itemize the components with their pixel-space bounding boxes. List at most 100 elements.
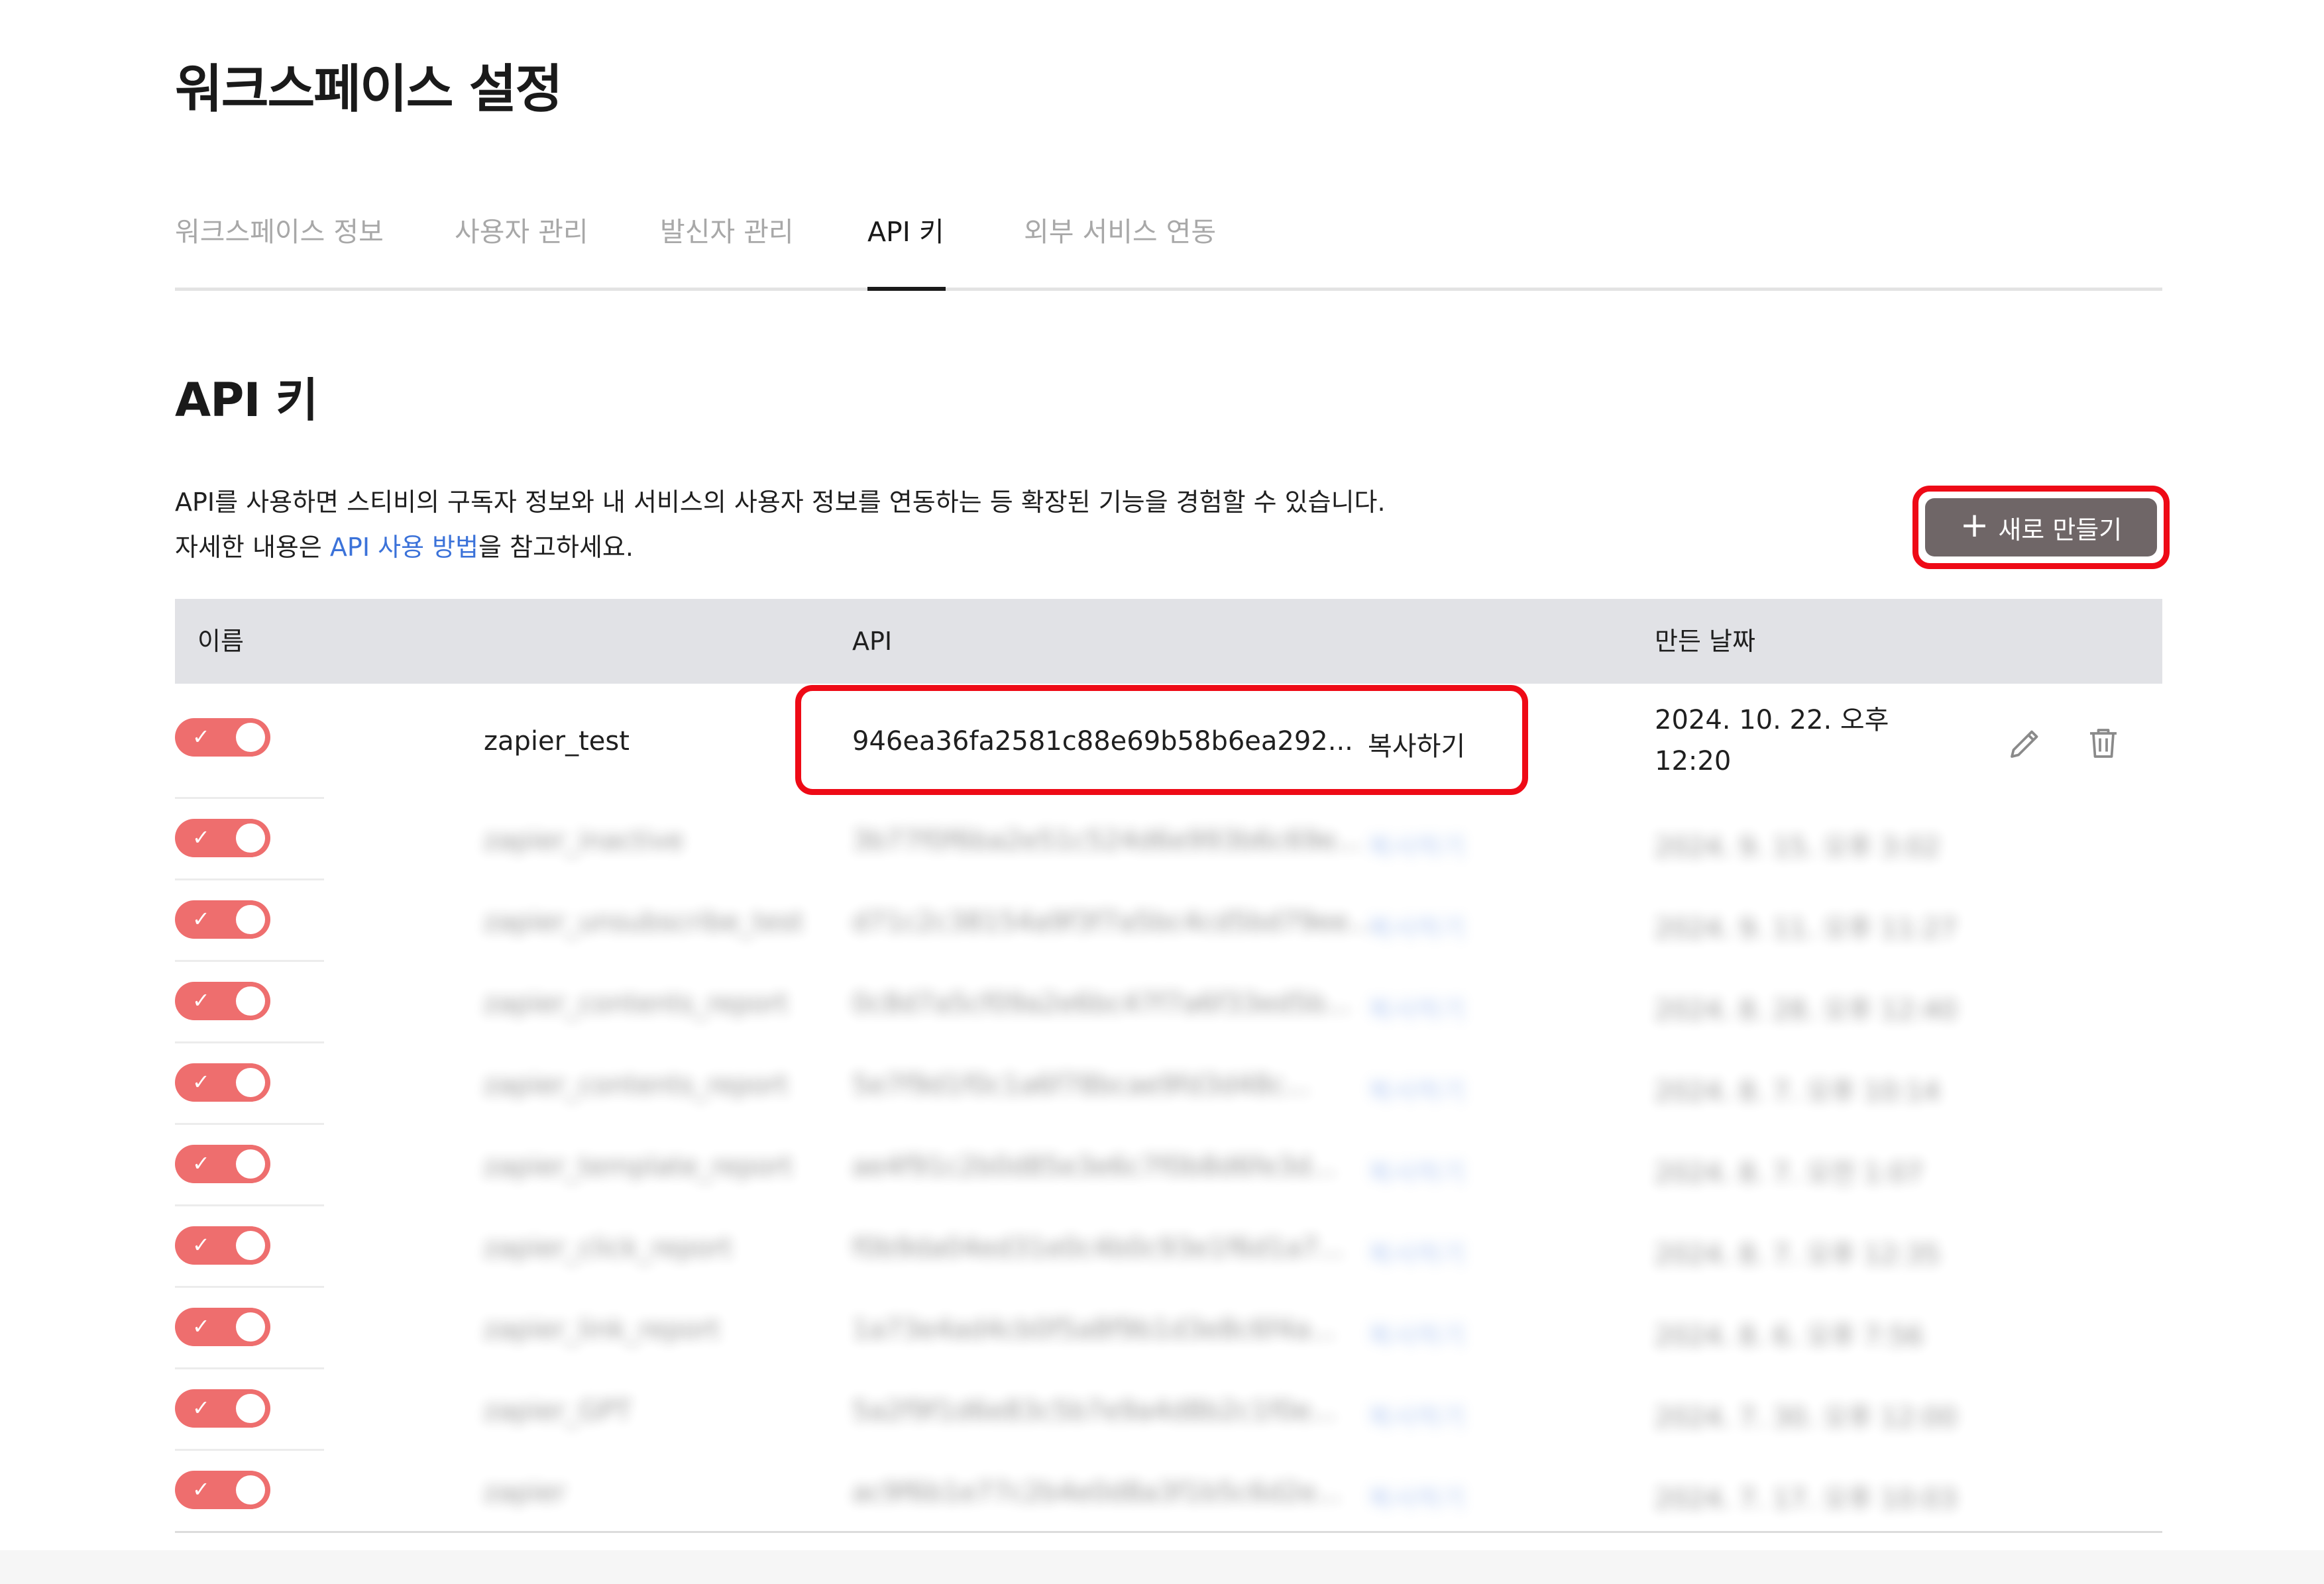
created-date: 2024. 8. 7. 오전 1:07: [1655, 1158, 1924, 1188]
api-key-value: 5a2f9f1d6e83c5b7e9a4d8b2c1f0e...: [852, 1396, 1337, 1426]
pencil-icon[interactable]: [2005, 723, 2045, 763]
toggle-knob: [236, 1149, 265, 1179]
table-row: ✓ zapier_unsubscribe_test d71c2c38154a9f…: [175, 880, 2162, 962]
enable-toggle[interactable]: ✓: [175, 819, 270, 857]
created-date: 2024. 7. 17. 오후 10:03: [1655, 1484, 1958, 1514]
enable-toggle[interactable]: ✓: [175, 982, 270, 1020]
toggle-knob: [236, 1068, 265, 1097]
api-key-value: 5e7f9d1f0c1a6f78bcae9fd3d48c...: [852, 1070, 1311, 1100]
toggle-knob: [236, 1475, 265, 1505]
workspace-settings-page: 워크스페이스 설정 워크스페이스 정보 사용자 관리 발신자 관리 API 키 …: [0, 0, 2324, 1584]
check-icon: ✓: [192, 988, 210, 1013]
api-key-value: 1a73e4ad4cb0f5a8f9b1d3e8c6f4a...: [852, 1314, 1336, 1345]
created-date: 2024. 8. 7. 오후 10:14: [1655, 1077, 1940, 1107]
created-date: 2024. 8. 28. 오후 12:40: [1655, 995, 1958, 1026]
create-api-key-button[interactable]: + 새로 만들기: [1925, 498, 2157, 556]
api-key-value: f0b9da04ed31e0c4b0c93e1f6d1a7...: [852, 1233, 1344, 1263]
api-key-value: ae4f91c2b0d85e3e6c7f0b8d6fe3d...: [852, 1151, 1337, 1182]
api-key-name: zapier_click_report: [484, 1233, 732, 1263]
api-key-value: 0c8d7a5cf09a2e6bc47f7a6f33ed5b...: [852, 988, 1351, 1019]
new-button-highlight: + 새로 만들기: [1912, 486, 2170, 569]
table-row: ✓ zapier_link_report 1a73e4ad4cb0f5a8f9b…: [175, 1288, 2162, 1369]
tab-sender-management[interactable]: 발신자 관리: [660, 199, 794, 288]
api-key-value: ac9f6b1e77c2b4e0d8a3f1b5c6d2e...: [852, 1477, 1342, 1508]
header-name: 이름: [197, 627, 244, 656]
check-icon: ✓: [192, 1395, 210, 1420]
api-key-name: zapier_test: [484, 726, 630, 757]
toggle-knob: [236, 723, 265, 752]
check-icon: ✓: [192, 1477, 210, 1502]
table-row: ✓ zapier_click_report f0b9da04ed31e0c4b0…: [175, 1206, 2162, 1288]
copy-button[interactable]: 복사하기: [1368, 1151, 1465, 1190]
page-title: 워크스페이스 설정: [175, 60, 563, 119]
enable-toggle[interactable]: ✓: [175, 718, 270, 757]
api-key-name: zapier_link_report: [484, 1314, 720, 1345]
tab-workspace-info[interactable]: 워크스페이스 정보: [175, 199, 384, 288]
table-header: 이름 API 만든 날짜: [175, 599, 2162, 684]
api-guide-link[interactable]: API 사용 방법: [330, 533, 478, 562]
header-api: API: [852, 627, 893, 656]
copy-button[interactable]: 복사하기: [1368, 1477, 1465, 1516]
trash-icon[interactable]: [2083, 723, 2123, 763]
description-line-2: 자세한 내용은 API 사용 방법을 참고하세요.: [175, 525, 1633, 570]
created-time-line: 12:20: [1655, 746, 1732, 776]
table-row: ✓ zapier_contents_report 0c8d7a5cf09a2e6…: [175, 962, 2162, 1043]
check-icon: ✓: [192, 1314, 210, 1339]
api-key-name: zapier_inactive: [484, 825, 684, 856]
section-description: API를 사용하면 스티비의 구독자 정보와 내 서비스의 사용자 정보를 연동…: [175, 480, 1633, 570]
table-row: ✓ zapier_test 946ea36fa2581c88e69b58b6ea…: [175, 685, 2162, 799]
tab-user-management[interactable]: 사용자 관리: [455, 199, 588, 288]
copy-button[interactable]: 복사하기: [1368, 907, 1465, 945]
enable-toggle[interactable]: ✓: [175, 900, 270, 939]
section-title: API 키: [175, 373, 318, 427]
copy-button[interactable]: 복사하기: [1368, 988, 1465, 1027]
plus-icon: +: [1960, 505, 1989, 545]
enable-toggle[interactable]: ✓: [175, 1063, 270, 1102]
api-key-name: zapier_GPT: [484, 1396, 632, 1426]
api-key-value: d71c2c38154a9f3f7a5bc4cd5bd79ee...: [852, 907, 1374, 937]
description-line-1: API를 사용하면 스티비의 구독자 정보와 내 서비스의 사용자 정보를 연동…: [175, 488, 1386, 517]
copy-button[interactable]: 복사하기: [1368, 1233, 1465, 1271]
copy-button[interactable]: 복사하기: [1368, 1314, 1465, 1353]
api-key-name: zapier_contents_report: [484, 1070, 789, 1100]
table-row: ✓ zapier_GPT 5a2f9f1d6e83c5b7e9a4d8b2c1f…: [175, 1369, 2162, 1451]
tab-api-key[interactable]: API 키: [867, 199, 946, 291]
check-icon: ✓: [192, 1232, 210, 1257]
enable-toggle[interactable]: ✓: [175, 1308, 270, 1346]
created-date-line: 2024. 10. 22. 오후: [1655, 705, 1889, 735]
check-icon: ✓: [192, 906, 210, 931]
header-created: 만든 날짜: [1655, 627, 1755, 656]
copy-button[interactable]: 복사하기: [1368, 725, 1465, 763]
toggle-knob: [236, 1312, 265, 1342]
check-icon: ✓: [192, 1069, 210, 1094]
api-key-name: zapier: [484, 1477, 566, 1508]
settings-tabs: 워크스페이스 정보 사용자 관리 발신자 관리 API 키 외부 서비스 연동: [175, 199, 2162, 291]
table-row: ✓ zapier_inactive 3b77f0f6ba2e51c524d6e9…: [175, 799, 2162, 880]
toggle-knob: [236, 986, 265, 1016]
page-bottom-area: [0, 1550, 2324, 1584]
enable-toggle[interactable]: ✓: [175, 1226, 270, 1265]
api-key-name: zapier_unsubscribe_test: [484, 907, 804, 937]
enable-toggle[interactable]: ✓: [175, 1471, 270, 1509]
copy-button[interactable]: 복사하기: [1368, 1070, 1465, 1108]
created-date: 2024. 9. 11. 오후 11:27: [1655, 914, 1958, 944]
toggle-knob: [236, 1231, 265, 1260]
toggle-knob: [236, 823, 265, 853]
created-date: 2024. 8. 7. 오후 12:35: [1655, 1240, 1940, 1270]
enable-toggle[interactable]: ✓: [175, 1145, 270, 1183]
description-suffix: 을 참고하세요.: [478, 533, 634, 562]
description-prefix: 자세한 내용은: [175, 533, 330, 562]
check-icon: ✓: [192, 724, 210, 749]
created-date: 2024. 8. 6. 오후 7:56: [1655, 1321, 1924, 1351]
copy-button[interactable]: 복사하기: [1368, 825, 1465, 864]
table-bottom-border: [175, 1531, 2162, 1533]
api-key-name: zapier_template_report: [484, 1151, 793, 1182]
toggle-knob: [236, 905, 265, 934]
copy-button[interactable]: 복사하기: [1368, 1396, 1465, 1434]
create-button-label: 새로 만들기: [1998, 515, 2123, 545]
tab-external-integration[interactable]: 외부 서비스 연동: [1024, 199, 1216, 288]
enable-toggle[interactable]: ✓: [175, 1389, 270, 1428]
check-icon: ✓: [192, 825, 210, 850]
created-date: 2024. 10. 22. 오후 12:20: [1655, 700, 1889, 782]
created-date: 2024. 7. 30. 오후 12:00: [1655, 1402, 1958, 1433]
